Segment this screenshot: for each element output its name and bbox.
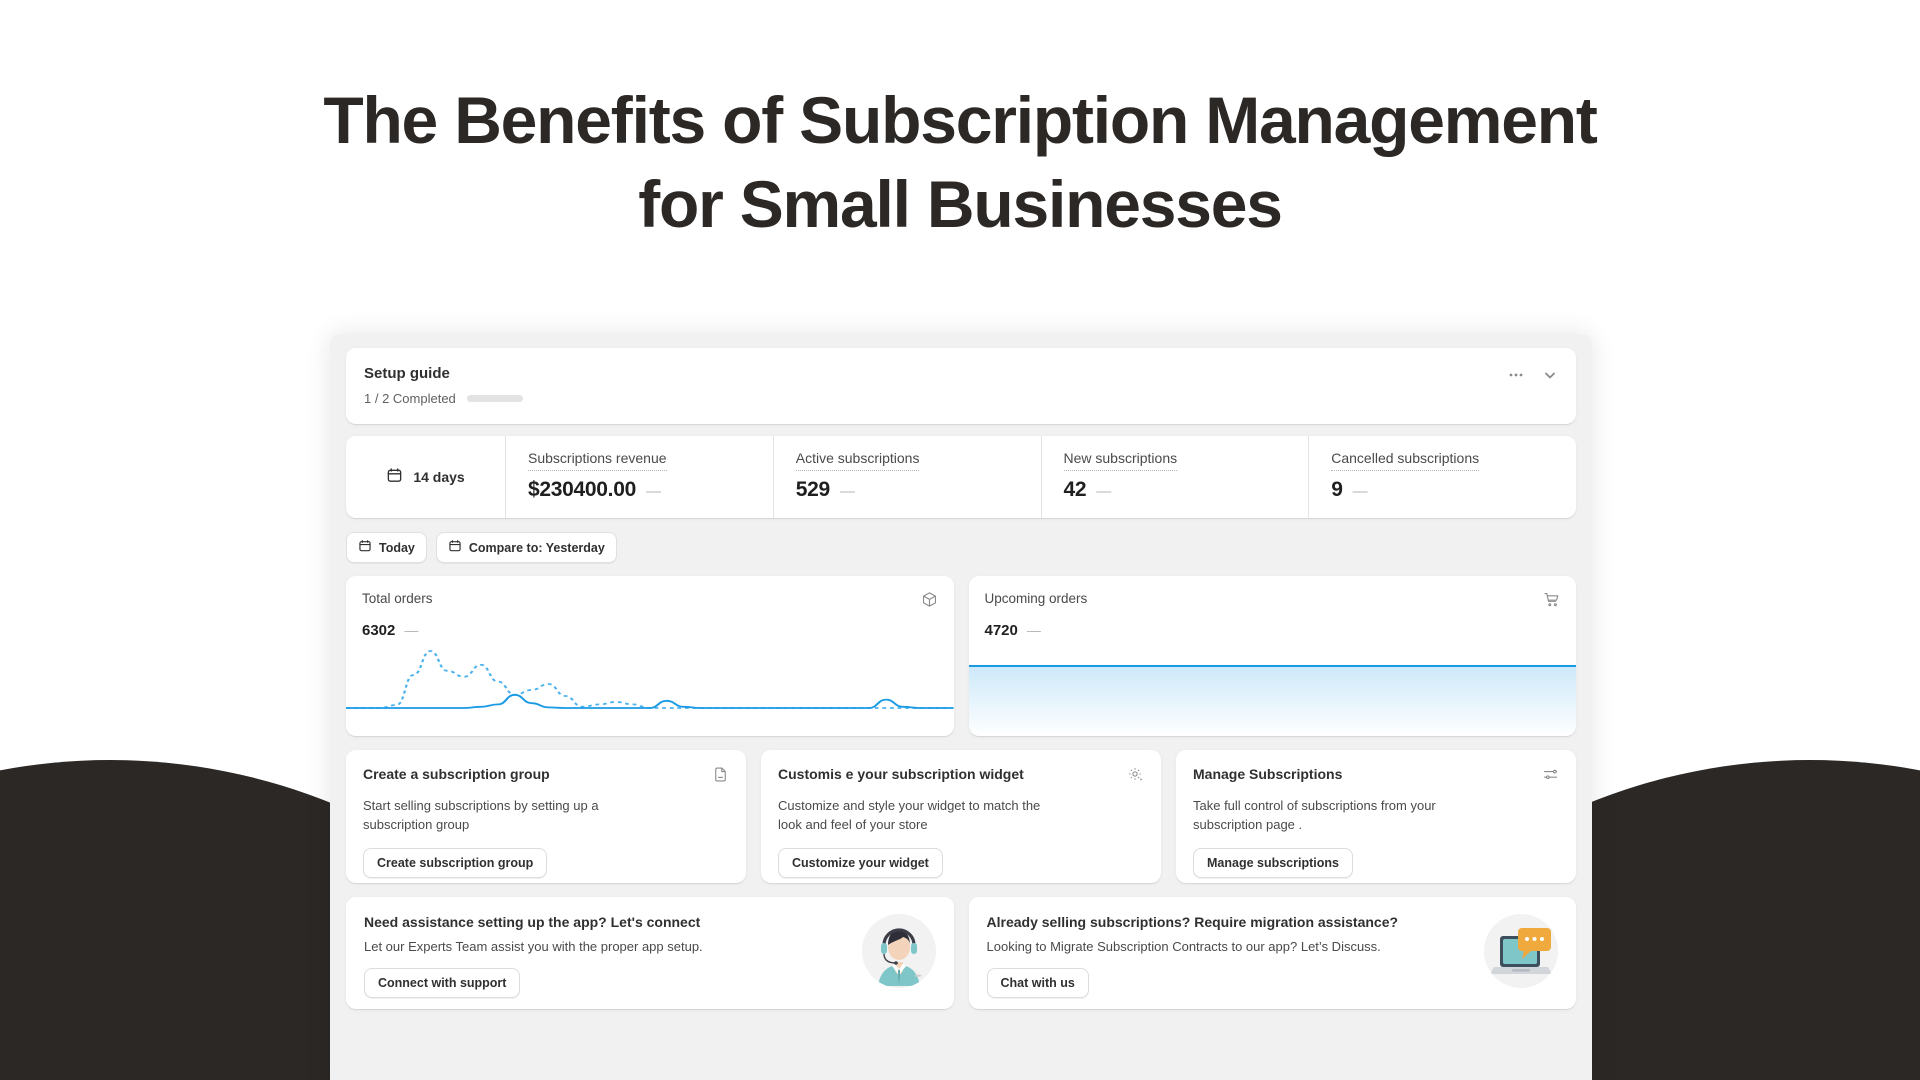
sliders-icon <box>1542 766 1559 788</box>
laptop-chat-illustration <box>1484 914 1558 988</box>
metric-value-row: 42 — <box>1064 478 1309 502</box>
action-card-row: Create a subscription group Start sellin… <box>346 750 1576 883</box>
customize-widget-card: Customis e your subscription widget Cust… <box>761 750 1161 883</box>
support-card-body: Need assistance setting up the app? Let'… <box>364 914 703 998</box>
filter-today-label: Today <box>379 540 415 555</box>
chart-row: Total orders 6302 — Upcoming orders 4720… <box>346 576 1576 736</box>
support-card-title: Already selling subscriptions? Require m… <box>986 914 1399 930</box>
metrics-date-range-label: 14 days <box>413 469 465 485</box>
support-card-body: Already selling subscriptions? Require m… <box>986 914 1399 998</box>
upcoming-orders-sparkline <box>968 636 1576 736</box>
setup-guide-progress: 1 / 2 Completed <box>364 391 523 406</box>
chat-with-us-button[interactable]: Chat with us <box>986 968 1089 998</box>
calendar-icon <box>358 539 372 556</box>
action-card-description: Start selling subscriptions by setting u… <box>363 798 599 832</box>
upcoming-orders-sparkline-svg <box>968 665 1576 736</box>
migration-chat-card: Already selling subscriptions? Require m… <box>968 897 1576 1009</box>
action-card-header: Create a subscription group <box>363 766 729 788</box>
manage-subscriptions-button[interactable]: Manage subscriptions <box>1193 848 1353 879</box>
page-title: The Benefits of Subscription Management … <box>0 0 1920 247</box>
total-orders-sparkline-svg <box>346 650 954 709</box>
manage-subscriptions-card: Manage Subscriptions Take full control o… <box>1176 750 1576 883</box>
metrics-strip: 14 days Subscriptions revenue $230400.00… <box>346 436 1576 518</box>
chart-title: Upcoming orders <box>984 591 1088 606</box>
calendar-icon <box>386 467 403 487</box>
metric-delta: — <box>645 483 661 500</box>
metric-label: Active subscriptions <box>795 450 920 471</box>
support-card-title: Need assistance setting up the app? Let'… <box>364 914 701 930</box>
metric-active-subscriptions: Active subscriptions 529 — <box>774 436 1042 518</box>
cart-icon <box>1543 591 1560 613</box>
upcoming-orders-chart-card: Upcoming orders 4720 — <box>968 576 1576 736</box>
support-contact-card: Need assistance setting up the app? Let'… <box>346 897 954 1009</box>
app-dashboard-panel: Setup guide 1 / 2 Completed 14 days Subs… <box>330 334 1592 1080</box>
setup-guide-actions <box>1508 365 1558 383</box>
metric-cancelled-subscriptions: Cancelled subscriptions 9 — <box>1309 436 1576 518</box>
filter-compare-label: Compare to: Yesterday <box>468 540 605 555</box>
metric-value-row: 529 — <box>796 478 1041 502</box>
metric-new-subscriptions: New subscriptions 42 — <box>1042 436 1310 518</box>
support-agent-illustration <box>861 914 936 988</box>
action-card-header: Manage Subscriptions <box>1193 766 1559 788</box>
chart-header: Total orders <box>362 591 938 613</box>
metrics-date-range[interactable]: 14 days <box>346 436 506 518</box>
metric-value-row: $230400.00 — <box>528 478 773 502</box>
metric-value-row: 9 — <box>1331 478 1576 502</box>
setup-guide-info: Setup guide 1 / 2 Completed <box>364 365 523 406</box>
support-card-description: Looking to Migrate Subscription Contract… <box>986 939 1381 954</box>
metric-value: 42 <box>1063 478 1087 501</box>
total-orders-sparkline <box>346 636 954 736</box>
customize-widget-button[interactable]: Customize your widget <box>778 848 943 879</box>
setup-guide-card: Setup guide 1 / 2 Completed <box>346 348 1576 424</box>
metric-delta: — <box>1352 483 1368 500</box>
metric-value: 9 <box>1331 478 1343 501</box>
metric-delta: — <box>1096 483 1112 500</box>
page-title-line-2: for Small Businesses <box>638 167 1283 242</box>
metric-label: Subscriptions revenue <box>528 450 667 471</box>
chart-title: Total orders <box>362 591 433 606</box>
metric-value: 529 <box>795 478 830 501</box>
setup-guide-progress-text: 1 / 2 Completed <box>364 391 456 406</box>
metric-subscriptions-revenue: Subscriptions revenue $230400.00 — <box>506 436 774 518</box>
filter-today-button[interactable]: Today <box>346 532 427 563</box>
ellipsis-icon[interactable] <box>1508 367 1524 383</box>
package-icon <box>921 591 938 613</box>
metric-label: New subscriptions <box>1063 450 1178 471</box>
action-card-title: Customis e your subscription widget <box>778 766 1024 782</box>
setup-guide-title: Setup guide <box>364 365 450 382</box>
gear-icon <box>1127 766 1144 788</box>
action-card-description: Customize and style your widget to match… <box>778 798 1041 832</box>
create-subscription-group-card: Create a subscription group Start sellin… <box>346 750 746 883</box>
page-title-line-1: The Benefits of Subscription Management <box>323 83 1598 157</box>
action-card-header: Customis e your subscription widget <box>778 766 1144 788</box>
action-card-title: Create a subscription group <box>363 766 550 782</box>
filter-pills: Today Compare to: Yesterday <box>346 532 1576 563</box>
support-card-row: Need assistance setting up the app? Let'… <box>346 897 1576 1009</box>
support-card-description: Let our Experts Team assist you with the… <box>364 939 703 954</box>
metric-label: Cancelled subscriptions <box>1331 450 1480 471</box>
filter-compare-button[interactable]: Compare to: Yesterday <box>435 532 617 563</box>
setup-guide-progress-bar <box>466 395 523 402</box>
chevron-down-icon[interactable] <box>1542 367 1558 383</box>
connect-with-support-button[interactable]: Connect with support <box>364 968 521 998</box>
support-agent-illustration-svg <box>861 914 936 988</box>
action-card-description: Take full control of subscriptions from … <box>1193 798 1436 832</box>
metric-delta: — <box>839 483 855 500</box>
total-orders-chart-card: Total orders 6302 — <box>346 576 954 736</box>
document-icon <box>712 766 729 788</box>
chart-header: Upcoming orders <box>985 591 1561 613</box>
calendar-icon <box>448 539 462 556</box>
metric-value: $230400.00 <box>528 478 636 501</box>
laptop-chat-illustration-svg <box>1484 914 1558 988</box>
create-subscription-group-button[interactable]: Create subscription group <box>363 848 548 879</box>
action-card-title: Manage Subscriptions <box>1193 766 1343 782</box>
